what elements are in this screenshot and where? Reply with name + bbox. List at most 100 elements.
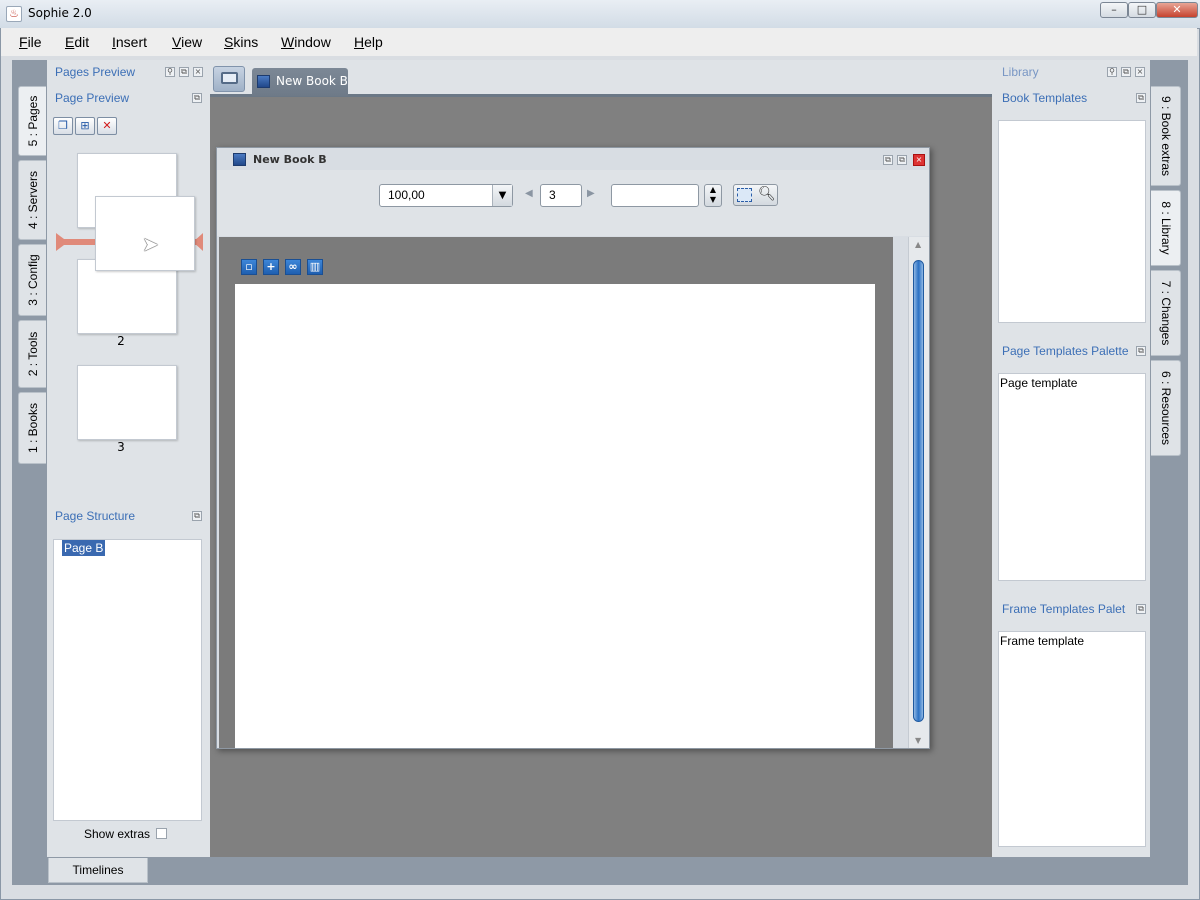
show-extras-checkbox[interactable] (156, 828, 167, 839)
tab-resources-label: 6 : Resources (1158, 370, 1173, 446)
mouse-cursor-icon: ➤ (142, 232, 159, 256)
tab-new-book-b-label: New Book B (276, 74, 348, 88)
page-preview-title: Page Preview (55, 91, 130, 105)
link-icon: ∞ (288, 260, 298, 273)
tab-books[interactable]: 1 : Books (18, 392, 46, 464)
restore-icon[interactable]: ⧉ (1136, 346, 1146, 356)
next-page-arrow[interactable]: ▶ (587, 188, 595, 199)
restore-icon[interactable]: ⧉ (192, 93, 202, 103)
show-extras-label: Show extras (84, 827, 151, 841)
spinner-buttons[interactable]: ▲ ▼ (704, 184, 722, 207)
pin-icon[interactable]: ⚲ (1107, 67, 1117, 77)
plus-icon: + (266, 260, 276, 273)
menu-file[interactable]: File (19, 34, 42, 50)
add-page-button[interactable]: ⊞ (75, 117, 95, 135)
monitor-icon (221, 72, 238, 84)
book-templates-title: Book Templates (1002, 91, 1088, 105)
menu-edit[interactable]: Edit (65, 34, 89, 50)
link-tool-button[interactable]: ∞ (285, 259, 301, 275)
delete-icon: ✕ (102, 119, 112, 132)
pages-preview-header: Pages Preview (55, 65, 136, 79)
tab-config[interactable]: 3 : Config (18, 244, 46, 316)
restore-icon[interactable]: ⧉ (192, 511, 202, 521)
thumbnail-label-2: 2 (117, 334, 125, 348)
page-structure-tree[interactable] (53, 539, 202, 821)
float-icon[interactable]: ⧉ (179, 67, 189, 77)
tab-pages[interactable]: 5 : Pages (18, 86, 46, 156)
page-number-field[interactable]: 3 (540, 184, 582, 207)
tab-tools[interactable]: 2 : Tools (18, 320, 46, 388)
magnifier-icon[interactable]: 🔍︎ (758, 186, 776, 202)
restore-icon[interactable]: ⧉ (1136, 93, 1146, 103)
thumbnail-label-3: 3 (117, 440, 125, 454)
scroll-up-arrow[interactable]: ▲ (915, 240, 921, 249)
title-bar: ♨ Sophie 2.0 – □ ✕ (0, 0, 1200, 28)
scroll-down-arrow[interactable]: ▼ (915, 736, 921, 745)
view-tool-group: 🔍︎ (733, 184, 778, 206)
zoom-dropdown-arrow[interactable]: ▼ (492, 185, 512, 206)
tab-tools-label: 2 : Tools (25, 331, 40, 377)
page-thumbnail-3[interactable] (77, 365, 177, 440)
tab-book-extras-label: 9 : Book extras (1158, 95, 1173, 177)
panel-close-icon[interactable]: × (193, 67, 203, 77)
restore-icon[interactable]: ⧉ (897, 155, 907, 165)
prev-page-arrow[interactable]: ◀ (525, 188, 533, 199)
document-window-title: New Book B (253, 153, 327, 166)
copy-icon: ❐ (58, 119, 68, 132)
menu-window[interactable]: Window (281, 34, 331, 50)
java-app-icon: ♨ (6, 6, 22, 22)
tab-book-extras[interactable]: 9 : Book extras (1151, 86, 1181, 186)
tab-library-label: 8 : Library (1158, 201, 1173, 255)
menu-help[interactable]: Help (354, 34, 383, 50)
chart-icon: ▥ (309, 260, 321, 273)
page-template-item[interactable]: Page template (1000, 376, 1077, 390)
menu-insert[interactable]: Insert (112, 34, 147, 50)
new-page-icon: ▫ (245, 260, 253, 273)
document-close-icon[interactable]: × (913, 154, 925, 166)
add-page-icon: ⊞ (80, 119, 90, 132)
page-templates-list[interactable] (998, 373, 1146, 581)
page-templates-title: Page Templates Palette (1002, 344, 1129, 358)
menu-view[interactable]: View (172, 34, 202, 50)
pin-icon[interactable]: ⚲ (165, 67, 175, 77)
add-tool-button[interactable]: + (263, 259, 279, 275)
library-header: Library (1002, 65, 1039, 79)
tab-books-label: 1 : Books (25, 402, 40, 454)
new-page-tool-button[interactable]: ▫ (241, 259, 257, 275)
iconify-icon[interactable]: ⧉ (883, 155, 893, 165)
tab-pages-label: 5 : Pages (25, 95, 40, 147)
window-title: Sophie 2.0 (28, 6, 92, 20)
float-icon[interactable]: ⧉ (1121, 67, 1131, 77)
menu-bar: File Edit Insert View Skins Window Help (1, 28, 1197, 56)
tab-library[interactable]: 8 : Library (1151, 190, 1181, 266)
frame-templates-title: Frame Templates Palet (1002, 602, 1126, 616)
panel-close-icon[interactable]: × (1135, 67, 1145, 77)
frame-template-item[interactable]: Frame template (1000, 634, 1084, 648)
book-templates-list[interactable] (998, 120, 1146, 323)
tab-servers[interactable]: 4 : Servers (18, 160, 46, 240)
frame-templates-list[interactable] (998, 631, 1146, 847)
page-number-value: 3 (549, 188, 556, 202)
tab-servers-label: 4 : Servers (25, 170, 40, 230)
copy-page-button[interactable]: ❐ (53, 117, 73, 135)
tab-changes[interactable]: 7 : Changes (1151, 270, 1181, 356)
tab-new-book-b[interactable]: New Book B (252, 68, 348, 96)
menu-skins[interactable]: Skins (224, 34, 258, 50)
value-spinner-field[interactable] (611, 184, 699, 207)
delete-page-button[interactable]: ✕ (97, 117, 117, 135)
restore-icon[interactable]: ⧉ (1136, 604, 1146, 614)
chart-tool-button[interactable]: ▥ (307, 259, 323, 275)
maximize-button[interactable]: □ (1128, 2, 1156, 18)
tab-timelines[interactable]: Timelines (48, 858, 148, 883)
monitor-tab[interactable] (213, 66, 245, 92)
tree-item-page-b[interactable]: Page B (62, 540, 106, 556)
selection-tool-icon[interactable] (737, 188, 752, 202)
drop-indicator-left-arrow (56, 233, 68, 251)
close-button[interactable]: ✕ (1156, 2, 1198, 18)
book-icon (257, 75, 270, 88)
minimize-button[interactable]: – (1100, 2, 1128, 18)
page-canvas[interactable] (235, 284, 875, 748)
tab-resources[interactable]: 6 : Resources (1151, 360, 1181, 456)
tab-config-label: 3 : Config (25, 254, 40, 306)
scrollbar-thumb[interactable] (913, 260, 924, 722)
